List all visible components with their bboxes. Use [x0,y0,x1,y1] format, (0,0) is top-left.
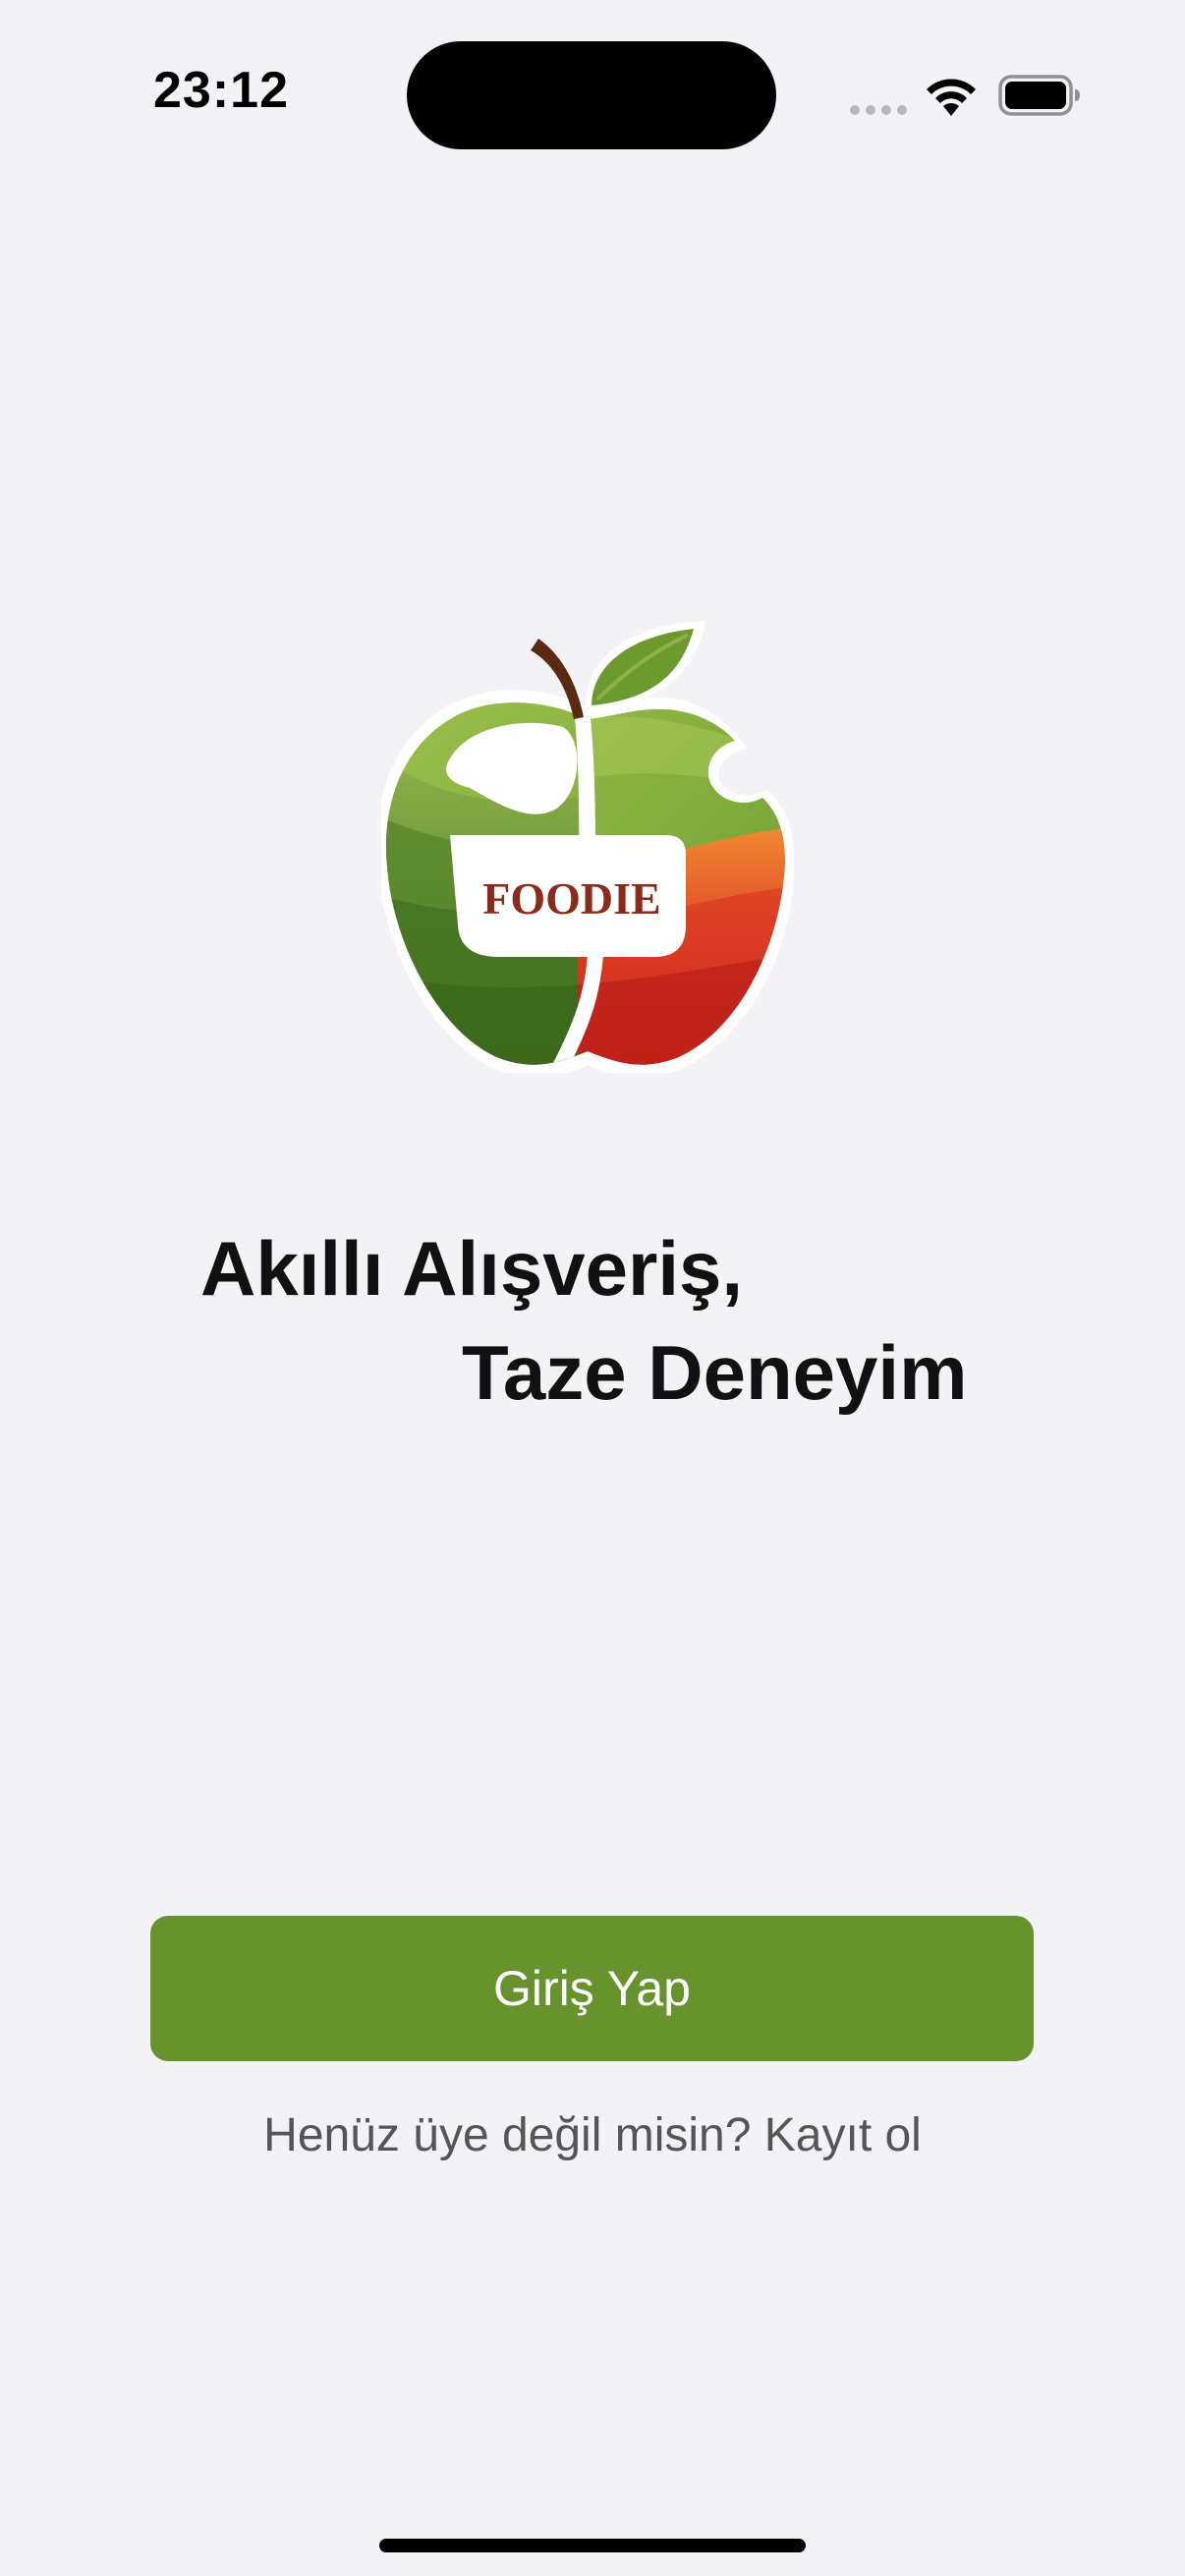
cellular-signal-icon [850,105,907,115]
home-indicator[interactable] [379,2539,806,2552]
welcome-screen: 23:12 FOODIE Akıllı Alışveriş, Taze Dene… [0,0,1185,2576]
battery-icon [998,75,1080,116]
login-button-label: Giriş Yap [492,1961,691,2016]
register-prompt: Henüz üye değil misin? Kayıt ol [0,2108,1185,2162]
status-time: 23:12 [153,62,289,119]
register-link[interactable]: Kayıt ol [764,2109,922,2161]
wifi-icon [927,79,976,116]
register-question: Henüz üye değil misin? [263,2109,752,2161]
foodie-logo: FOODIE [381,621,794,1073]
logo-brand-text: FOODIE [482,873,660,924]
headline-line-1: Akıllı Alışveriş, [200,1225,744,1312]
login-button[interactable]: Giriş Yap [150,1916,1034,2061]
dynamic-island [407,41,776,149]
headline-line-2: Taze Deneyim [462,1329,968,1416]
